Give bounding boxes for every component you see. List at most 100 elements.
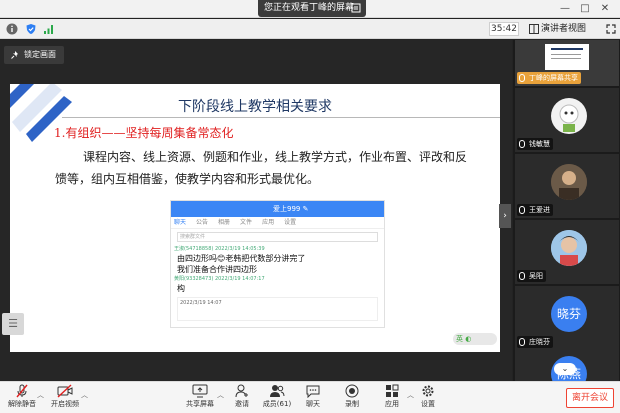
chat-tab: 聊天 (174, 219, 187, 226)
participant-avatar (551, 98, 587, 134)
list-toggle-button[interactable]: ☰ (2, 313, 24, 335)
chat-tab: 文件 (240, 219, 253, 226)
settings-label: 设置 (421, 400, 435, 408)
participant-name-label: 钱敏慧 (517, 138, 553, 150)
participant-tile[interactable]: 王爱进 (515, 154, 619, 218)
slide-heading: 1.有组织——坚持每周集备常态化 (54, 126, 234, 140)
info-icon[interactable] (6, 23, 18, 35)
shield-icon[interactable] (25, 23, 37, 35)
signal-icon[interactable] (43, 23, 55, 35)
meeting-timer: 35:42 (489, 22, 519, 36)
scroll-down-button[interactable]: ⌄ (554, 363, 576, 375)
invite-button[interactable]: 邀请 (222, 384, 262, 412)
participant-tile[interactable]: 晓芬 庄晓芬 (515, 286, 619, 350)
mic-icon (519, 74, 525, 82)
chat-file-card: 2022/3/19 14:07 (177, 297, 378, 321)
chat-button[interactable]: 聊天 (293, 384, 333, 412)
collapse-sidebar-button[interactable]: › (499, 204, 511, 228)
participant-tile-screen[interactable]: 丁峰的屏幕共享 (515, 40, 619, 86)
chat-search: 搜索群文件 (177, 232, 378, 242)
start-video-label: 开启视频 (51, 400, 79, 408)
participant-name-label: 吴阳 (517, 270, 546, 282)
chat-message: 由四边形吗😊老韩把代数部分讲完了 (177, 254, 306, 263)
participant-name-label: 王爱进 (517, 204, 553, 216)
chat-tab: 应用 (262, 219, 275, 226)
slide-title: 下阶段线上教学相关要求 (178, 99, 332, 115)
mic-muted-icon (16, 384, 28, 398)
lock-screen-label: 锁定画面 (24, 50, 56, 59)
members-button[interactable]: 成员(61) (257, 384, 297, 412)
invite-icon (235, 384, 248, 398)
share-screen-button[interactable]: 共享屏幕 (180, 384, 220, 412)
shared-screen: 锁定画面 下阶段线上教学相关要求 1.有组织——坚持每周集备常态化 课程内容、线… (0, 40, 512, 381)
share-banner-text: 您正在观看丁峰的屏幕 (264, 3, 355, 13)
maximize-button[interactable]: □ (578, 2, 592, 16)
view-mode-label: 演讲者视图 (541, 24, 587, 34)
chat-file-time: 2022/3/19 14:07 (180, 300, 222, 306)
apps-label: 应用 (385, 400, 399, 408)
chat-icon (306, 385, 320, 398)
participant-tile[interactable]: 吴阳 (515, 220, 619, 284)
chat-tab: 设置 (284, 219, 297, 226)
leave-meeting-button[interactable]: 离开会议 (566, 388, 614, 408)
chevron-up-icon[interactable]: ︿ (37, 390, 44, 400)
share-screen-icon (192, 384, 208, 398)
participant-name-label: 丁峰的屏幕共享 (517, 72, 581, 84)
pin-icon (11, 51, 18, 59)
photo-avatar-icon (551, 230, 587, 266)
chat-tab: 公告 (196, 219, 209, 226)
chat-message: 构 (177, 284, 185, 293)
participant-initials: 晓芬 (551, 296, 587, 332)
minimize-button[interactable]: — (558, 2, 572, 16)
meeting-toolbar: 解除静音 ︿ 开启视频 ︿ 共享屏幕 ︿ 邀请 成员(61) 聊天 录制 应用 … (0, 381, 620, 413)
cartoon-avatar-icon (559, 104, 579, 132)
unmute-label: 解除静音 (8, 400, 36, 408)
slide-paragraph: 课程内容、线上资源、例题和作业，线上教学方式，作业布置、评改和反馈等，组内互相借… (55, 150, 468, 186)
chat-message: 我们准备合作讲四边形 (177, 265, 257, 274)
lock-screen-button[interactable]: 锁定画面 (4, 46, 64, 64)
apps-button[interactable]: 应用 (372, 384, 412, 412)
unmute-button[interactable]: 解除静音 (2, 384, 42, 412)
photo-avatar-icon (551, 164, 587, 200)
meeting-window: 您正在观看丁峰的屏幕 — □ ✕ 35:42 演讲者视图 锁定画面 下阶段线上教… (0, 0, 620, 413)
chat-tabs: 聊天 公告 相册 文件 应用 设置 (171, 217, 384, 229)
grid-icon (529, 24, 539, 34)
mic-icon (519, 140, 525, 148)
chat-meta: 黄阳(93328473) 2022/3/19 14:07:17 (174, 276, 265, 282)
fullscreen-icon[interactable] (606, 24, 616, 34)
settings-button[interactable]: 设置 (408, 384, 448, 412)
participant-gallery: 丁峰的屏幕共享 钱敏慧 王爱进 吴阳 晓芬 庄晓芬 ⌄ (513, 40, 620, 392)
presentation-slide: 下阶段线上教学相关要求 1.有组织——坚持每周集备常态化 课程内容、线上资源、例… (10, 84, 500, 352)
screen-thumbnail (545, 44, 589, 70)
mic-icon (519, 206, 525, 214)
menu-icon[interactable] (351, 3, 361, 13)
meeting-statusbar: 35:42 演讲者视图 (0, 19, 620, 39)
participant-avatar (551, 164, 587, 200)
mic-icon (519, 272, 525, 280)
chat-screenshot: 爱上999 ✎ 聊天 公告 相册 文件 应用 设置 搜索群文件 王淑(54718… (170, 200, 385, 328)
close-button[interactable]: ✕ (598, 2, 612, 16)
view-mode-button[interactable]: 演讲者视图 (527, 21, 607, 37)
share-screen-label: 共享屏幕 (186, 400, 214, 408)
ime-tray: 英 ◐ (453, 333, 497, 345)
slide-divider (62, 117, 500, 118)
video-off-icon (57, 384, 73, 398)
record-icon (345, 384, 359, 398)
participant-name-label: 庄晓芬 (517, 336, 553, 348)
record-label: 录制 (345, 400, 359, 408)
members-label: 成员(61) (262, 400, 292, 408)
chat-label: 聊天 (306, 400, 320, 408)
chat-group-title: 爱上999 ✎ (171, 201, 384, 217)
members-icon (270, 385, 285, 397)
start-video-button[interactable]: 开启视频 (45, 384, 85, 412)
record-button[interactable]: 录制 (332, 384, 372, 412)
apps-icon (386, 384, 399, 397)
participant-tile[interactable]: 钱敏慧 (515, 88, 619, 152)
gear-icon (422, 385, 434, 397)
chat-meta: 王淑(54718858) 2022/3/19 14:05:39 (174, 246, 265, 252)
chat-tab: 相册 (218, 219, 231, 226)
mic-icon (519, 338, 525, 346)
invite-label: 邀请 (235, 400, 249, 408)
chevron-up-icon[interactable]: ︿ (81, 390, 88, 400)
share-banner[interactable]: 您正在观看丁峰的屏幕 (258, 0, 366, 17)
